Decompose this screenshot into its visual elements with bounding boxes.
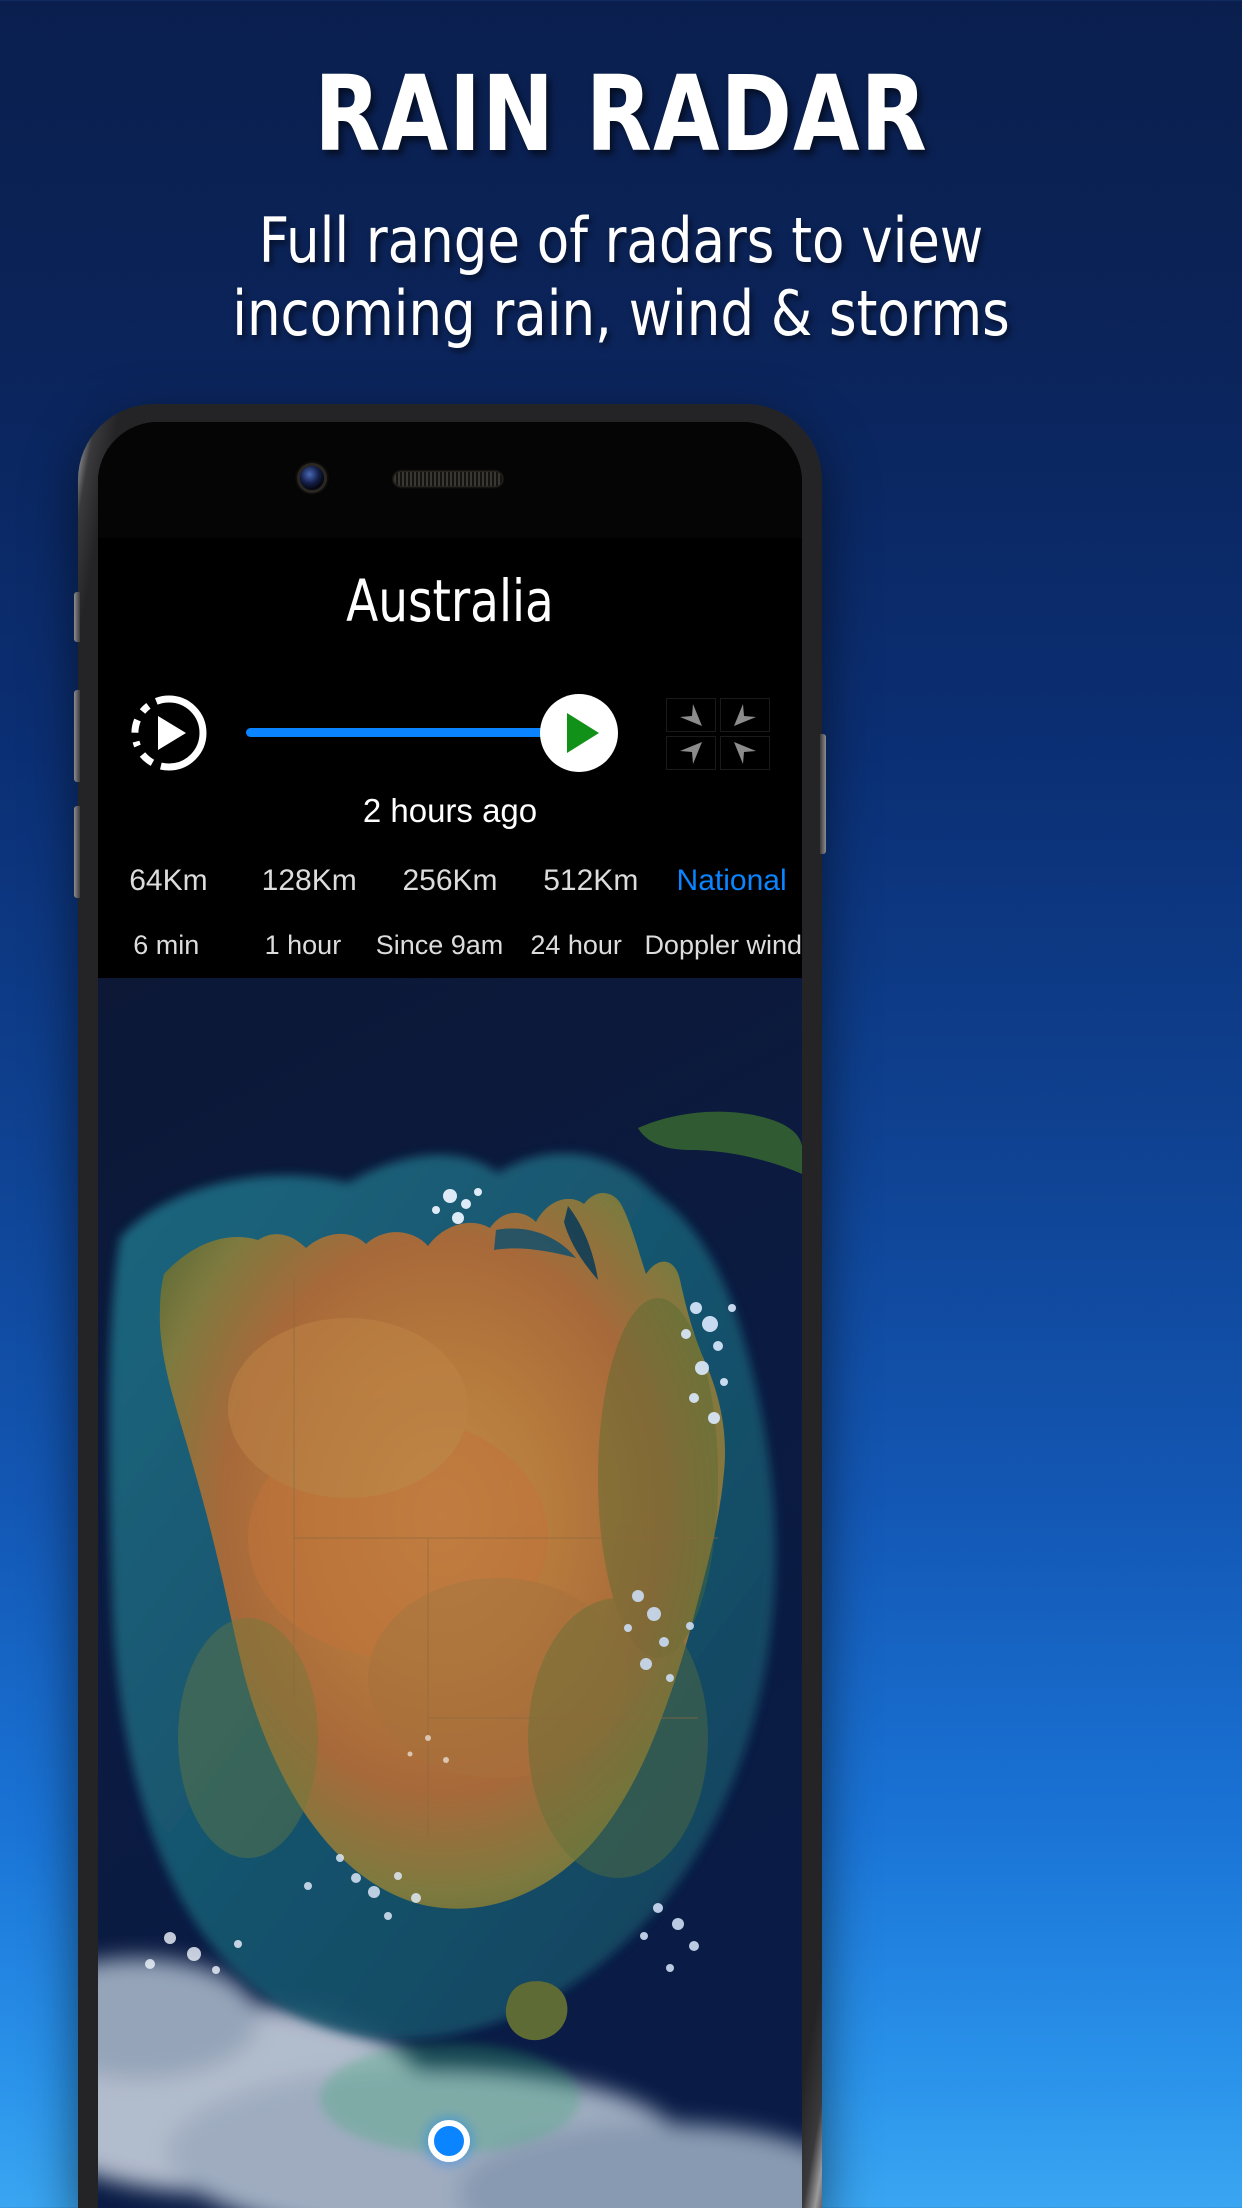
promo-subtitle-line-1: Full range of radars to view [258,204,984,277]
phone-mockup: Australia 2 hours ago 64Km 128Km 256Km 5… [74,404,826,2208]
pan-control-grid [666,698,770,770]
mute-switch[interactable] [74,592,80,642]
tab-range-128km[interactable]: 128Km [239,864,380,898]
arrow-down-left-icon [680,742,702,764]
tab-range-64km[interactable]: 64Km [98,864,239,898]
promo-subtitle: Full range of radars to view incoming ra… [31,207,1211,350]
play-button[interactable] [540,694,618,772]
volume-down-button[interactable] [74,806,80,898]
phone-screen: Australia 2 hours ago 64Km 128Km 256Km 5… [98,422,802,2208]
radar-loop-icon[interactable] [130,694,208,772]
tab-interval-1hour[interactable]: 1 hour [235,930,372,961]
earpiece-speaker-icon [394,472,502,486]
tab-range-national[interactable]: National [661,864,802,898]
timeline-slider[interactable] [246,728,564,737]
timestamp-label: 2 hours ago [362,792,538,829]
phone-bezel: Australia 2 hours ago 64Km 128Km 256Km 5… [98,422,802,2208]
front-camera-icon [300,466,324,490]
screen-title: Australia [346,567,554,635]
tab-interval-6min[interactable]: 6 min [98,930,235,961]
arrow-up-right-icon [734,704,756,726]
tab-range-256km[interactable]: 256Km [380,864,521,898]
volume-up-button[interactable] [74,690,80,782]
arrow-up-left-icon [680,704,702,726]
promo-header: RAIN RADAR Full range of radars to view … [0,0,1242,348]
sensor-housing [98,422,802,538]
pan-up-right-button[interactable] [720,698,770,732]
power-button[interactable] [820,734,826,854]
range-tab-row: 64Km 128Km 256Km 512Km National [98,852,802,910]
australia-satellite-radar-map[interactable] [98,978,802,2208]
pan-up-left-button[interactable] [666,698,716,732]
promo-subtitle-line-2: incoming rain, wind & storms [232,276,1010,350]
tab-interval-doppler-wind[interactable]: Doppler wind [644,930,802,961]
current-location-dot [428,2120,470,2162]
playback-controls [98,684,802,784]
play-icon [566,713,599,753]
arrow-down-right-icon [734,742,756,764]
interval-tab-row: 6 min 1 hour Since 9am 24 hour Doppler w… [98,916,802,974]
page-title: RAIN RADAR [314,53,928,175]
tab-interval-24hour[interactable]: 24 hour [508,930,645,961]
tab-range-512km[interactable]: 512Km [520,864,661,898]
pan-down-left-button[interactable] [666,736,716,770]
tab-interval-since-9am[interactable]: Since 9am [371,930,508,961]
pan-down-right-button[interactable] [720,736,770,770]
